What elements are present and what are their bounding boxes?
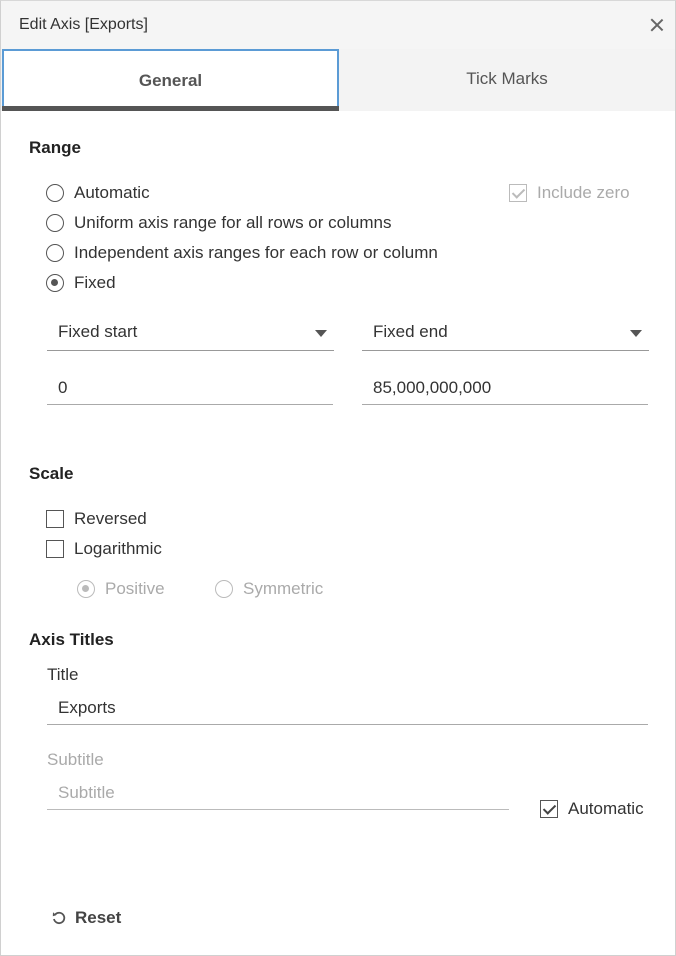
radio-fixed-label: Fixed bbox=[74, 273, 116, 292]
tab-tick-marks[interactable]: Tick Marks bbox=[339, 49, 675, 111]
title-label: Title bbox=[47, 665, 79, 684]
reversed-label: Reversed bbox=[74, 509, 147, 528]
subtitle-field[interactable] bbox=[47, 777, 509, 810]
close-icon[interactable] bbox=[647, 15, 667, 35]
reset-label: Reset bbox=[75, 908, 122, 927]
fixed-end-input[interactable] bbox=[362, 372, 648, 404]
reset-button[interactable]: Reset bbox=[51, 905, 121, 931]
log-option-symmetric[interactable]: Symmetric bbox=[215, 577, 323, 601]
logarithmic-checkbox[interactable]: Logarithmic bbox=[46, 537, 162, 561]
radio-uniform-label: Uniform axis range for all rows or colum… bbox=[74, 213, 392, 232]
include-zero-box[interactable] bbox=[509, 184, 527, 202]
chevron-down-icon bbox=[630, 330, 642, 337]
dialog-title: Edit Axis [Exports] bbox=[19, 16, 148, 33]
subtitle-label: Subtitle bbox=[47, 750, 104, 769]
range-option-automatic[interactable]: Automatic bbox=[46, 181, 150, 205]
axis-titles-heading: Axis Titles bbox=[29, 630, 114, 649]
automatic-subtitle-box[interactable] bbox=[540, 800, 558, 818]
logarithmic-label: Logarithmic bbox=[74, 539, 162, 558]
dialog-titlebar: Edit Axis [Exports] bbox=[1, 1, 675, 49]
fixed-start-field[interactable] bbox=[47, 372, 333, 405]
title-input[interactable] bbox=[47, 692, 648, 724]
range-option-independent[interactable]: Independent axis ranges for each row or … bbox=[46, 241, 438, 265]
tab-general[interactable]: General bbox=[2, 49, 339, 111]
include-zero-label: Include zero bbox=[537, 183, 630, 202]
log-option-positive[interactable]: Positive bbox=[77, 577, 165, 601]
fixed-end-field[interactable] bbox=[362, 372, 648, 405]
chevron-down-icon bbox=[315, 330, 327, 337]
title-field[interactable] bbox=[47, 692, 648, 725]
fixed-end-dropdown-value: Fixed end bbox=[373, 322, 448, 341]
radio-positive-label: Positive bbox=[105, 579, 165, 598]
fixed-start-input[interactable] bbox=[47, 372, 333, 404]
reversed-box[interactable] bbox=[46, 510, 64, 528]
tab-bar: General Tick Marks bbox=[1, 49, 675, 111]
fixed-start-dropdown-value: Fixed start bbox=[58, 322, 138, 341]
scale-heading: Scale bbox=[29, 464, 74, 483]
radio-independent-label: Independent axis ranges for each row or … bbox=[74, 243, 438, 262]
automatic-subtitle-checkbox[interactable]: Automatic bbox=[540, 797, 644, 821]
reversed-checkbox[interactable]: Reversed bbox=[46, 507, 147, 531]
subtitle-input[interactable] bbox=[47, 777, 509, 809]
radio-automatic-label: Automatic bbox=[74, 183, 150, 202]
range-option-fixed[interactable]: Fixed bbox=[46, 271, 116, 295]
include-zero-checkbox[interactable]: Include zero bbox=[509, 181, 630, 205]
radio-independent[interactable] bbox=[46, 244, 64, 262]
radio-fixed[interactable] bbox=[46, 274, 64, 292]
radio-positive[interactable] bbox=[77, 580, 95, 598]
edit-axis-dialog: Edit Axis [Exports] General Tick Marks R… bbox=[0, 0, 676, 956]
radio-automatic[interactable] bbox=[46, 184, 64, 202]
range-option-uniform[interactable]: Uniform axis range for all rows or colum… bbox=[46, 211, 391, 235]
fixed-end-dropdown[interactable]: Fixed end bbox=[362, 316, 649, 351]
automatic-subtitle-label: Automatic bbox=[568, 799, 644, 818]
radio-symmetric-label: Symmetric bbox=[243, 579, 324, 598]
radio-uniform[interactable] bbox=[46, 214, 64, 232]
radio-symmetric[interactable] bbox=[215, 580, 233, 598]
reset-icon bbox=[52, 911, 66, 925]
range-heading: Range bbox=[29, 138, 81, 157]
fixed-start-dropdown[interactable]: Fixed start bbox=[47, 316, 334, 351]
logarithmic-box[interactable] bbox=[46, 540, 64, 558]
